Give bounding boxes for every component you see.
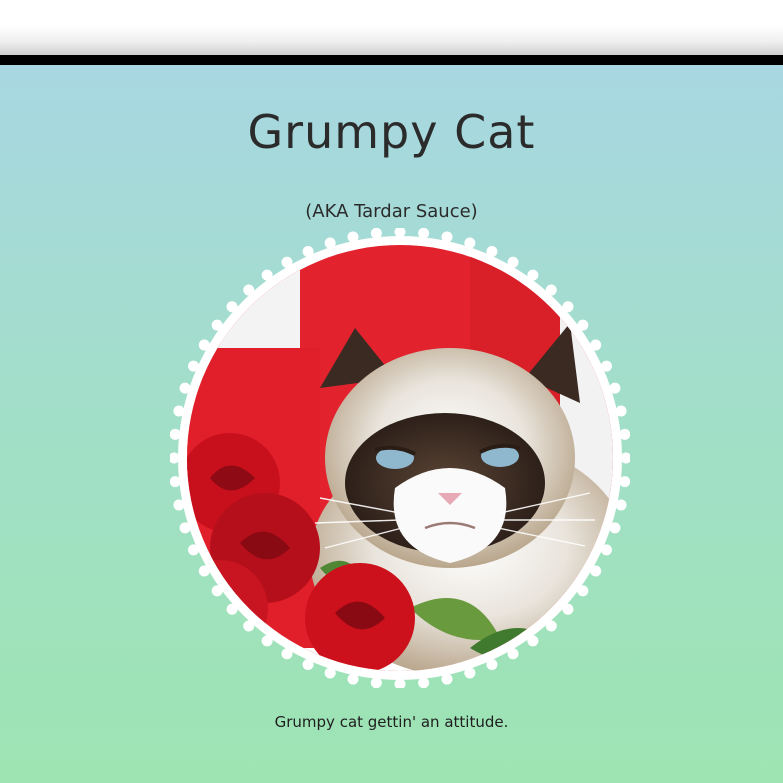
top-header-bar [0, 0, 783, 55]
image-caption: Grumpy cat gettin' an attitude. [274, 713, 509, 731]
main-content: Grumpy Cat (AKA Tardar Sauce) Grumpy cat… [0, 65, 783, 783]
header-divider [0, 55, 783, 65]
cat-photo [170, 228, 630, 688]
cat-image-frame [170, 228, 630, 688]
page-subtitle: (AKA Tardar Sauce) [305, 201, 478, 222]
page-title: Grumpy Cat [247, 105, 536, 159]
